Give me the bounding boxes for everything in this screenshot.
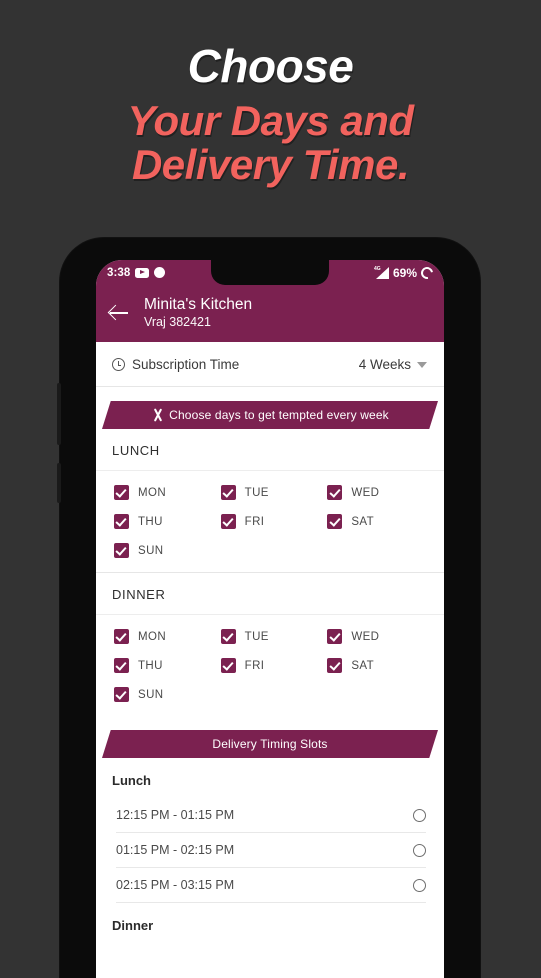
day-label: SAT	[351, 659, 375, 672]
day-label: TUE	[244, 486, 269, 499]
day-grid-lunch: MON TUE WED THU FRI SAT SUN	[96, 471, 444, 572]
promo-line-1: Choose	[187, 40, 354, 92]
day-checkbox-dinner-tue[interactable]: TUE	[220, 629, 328, 644]
meal-title-dinner: DINNER	[96, 573, 444, 615]
clock-icon	[112, 358, 125, 371]
notification-dot-icon	[154, 267, 166, 278]
phone-screen: 3:38 4G 69% Minita's Kitchen Vraj 382421…	[96, 260, 444, 978]
subscription-duration-dropdown[interactable]: 4 Weeks	[359, 357, 427, 372]
day-label: MON	[138, 630, 167, 643]
timing-heading-lunch: Lunch	[112, 773, 151, 788]
day-checkbox-lunch-mon[interactable]: MON	[114, 485, 221, 500]
radio-unselected-icon[interactable]	[413, 843, 426, 857]
chevron-down-icon	[417, 361, 427, 368]
day-grid-dinner: MON TUE WED THU FRI SAT SUN	[96, 615, 444, 716]
checkbox-checked-icon[interactable]	[220, 514, 236, 529]
day-label: WED	[351, 630, 380, 643]
promo-line-2: Your Days and	[127, 96, 414, 144]
day-checkbox-dinner-thu[interactable]: THU	[114, 658, 221, 673]
timing-slot-row[interactable]: 01:15 PM - 02:15 PM	[116, 833, 426, 868]
checkbox-checked-icon[interactable]	[327, 658, 343, 673]
checkbox-checked-icon[interactable]	[327, 629, 343, 644]
day-label: SUN	[138, 688, 164, 701]
checkbox-checked-icon[interactable]	[114, 658, 129, 673]
app-bar: 3:38 4G 69% Minita's Kitchen Vraj 382421	[96, 260, 444, 342]
day-checkbox-lunch-tue[interactable]: TUE	[220, 485, 328, 500]
day-label: FRI	[244, 659, 265, 672]
subscription-duration-value: 4 Weeks	[358, 357, 411, 372]
screen-content: Subscription Time 4 Weeks Choose days to…	[96, 342, 444, 978]
status-time: 3:38	[107, 266, 131, 279]
choose-days-banner[interactable]: Choose days to get tempted every week	[102, 401, 438, 429]
timing-slot-label: 12:15 PM - 01:15 PM	[116, 808, 235, 822]
shop-address: Vraj 382421	[144, 315, 211, 330]
checkbox-checked-icon[interactable]	[327, 514, 343, 529]
subscription-time-row[interactable]: Subscription Time 4 Weeks	[96, 342, 444, 387]
day-label: SUN	[138, 544, 164, 557]
signal-icon: 4G	[373, 266, 389, 279]
cutlery-icon	[151, 409, 164, 422]
day-checkbox-dinner-sun[interactable]: SUN	[114, 687, 221, 702]
day-label: WED	[351, 486, 380, 499]
title-bar: Minita's Kitchen Vraj 382421	[96, 285, 444, 338]
day-label: FRI	[244, 515, 265, 528]
day-checkbox-lunch-sat[interactable]: SAT	[327, 514, 434, 529]
phone-power-button	[57, 463, 61, 503]
phone-mockup: 3:38 4G 69% Minita's Kitchen Vraj 382421…	[57, 238, 480, 978]
checkbox-checked-icon[interactable]	[220, 485, 236, 500]
day-checkbox-dinner-sat[interactable]: SAT	[327, 658, 434, 673]
status-bar: 3:38 4G 69%	[96, 260, 444, 285]
timing-slot-label: 01:15 PM - 02:15 PM	[116, 843, 235, 857]
day-label: TUE	[244, 630, 269, 643]
checkbox-checked-icon[interactable]	[327, 485, 343, 500]
radio-unselected-icon[interactable]	[413, 808, 426, 822]
checkbox-checked-icon[interactable]	[220, 629, 236, 644]
promo-headline: Choose Your Days and Delivery Time.	[0, 0, 541, 188]
checkbox-checked-icon[interactable]	[114, 687, 129, 702]
signal-bars	[375, 266, 389, 279]
day-label: THU	[138, 659, 163, 672]
day-checkbox-dinner-wed[interactable]: WED	[327, 629, 434, 644]
radio-unselected-icon[interactable]	[413, 878, 426, 892]
subscription-time-label: Subscription Time	[132, 357, 240, 372]
day-label: THU	[138, 515, 163, 528]
promo-line-3: Delivery Time.	[131, 141, 410, 189]
day-label: SAT	[351, 515, 375, 528]
phone-volume-button	[57, 383, 61, 445]
day-checkbox-lunch-sun[interactable]: SUN	[114, 543, 221, 558]
day-label: MON	[138, 486, 167, 499]
day-checkbox-lunch-fri[interactable]: FRI	[220, 514, 328, 529]
timing-heading-dinner: Dinner	[112, 918, 154, 933]
checkbox-checked-icon[interactable]	[114, 514, 129, 529]
day-checkbox-dinner-fri[interactable]: FRI	[220, 658, 328, 673]
battery-ring-icon	[418, 264, 436, 281]
delivery-timing-slots-banner[interactable]: Delivery Timing Slots	[102, 730, 438, 758]
timing-slot-label: 02:15 PM - 03:15 PM	[116, 878, 235, 892]
shop-name: Minita's Kitchen	[144, 295, 253, 313]
timing-slot-row[interactable]: 12:15 PM - 01:15 PM	[116, 798, 426, 833]
choose-days-banner-label: Choose days to get tempted every week	[169, 408, 389, 422]
shop-identity: Minita's Kitchen Vraj 382421	[144, 295, 252, 331]
checkbox-checked-icon[interactable]	[220, 658, 236, 673]
meal-title-lunch: LUNCH	[96, 429, 444, 471]
youtube-icon	[135, 267, 150, 278]
day-checkbox-dinner-mon[interactable]: MON	[114, 629, 221, 644]
battery-percent-label: 69%	[392, 265, 417, 280]
checkbox-checked-icon[interactable]	[114, 629, 129, 644]
back-arrow-icon[interactable]	[108, 302, 130, 324]
checkbox-checked-icon[interactable]	[114, 543, 129, 558]
day-checkbox-lunch-wed[interactable]: WED	[327, 485, 434, 500]
checkbox-checked-icon[interactable]	[114, 485, 129, 500]
timing-slot-row[interactable]: 02:15 PM - 03:15 PM	[116, 868, 426, 903]
day-checkbox-lunch-thu[interactable]: THU	[114, 514, 221, 529]
delivery-timing-slots-label: Delivery Timing Slots	[212, 737, 328, 751]
